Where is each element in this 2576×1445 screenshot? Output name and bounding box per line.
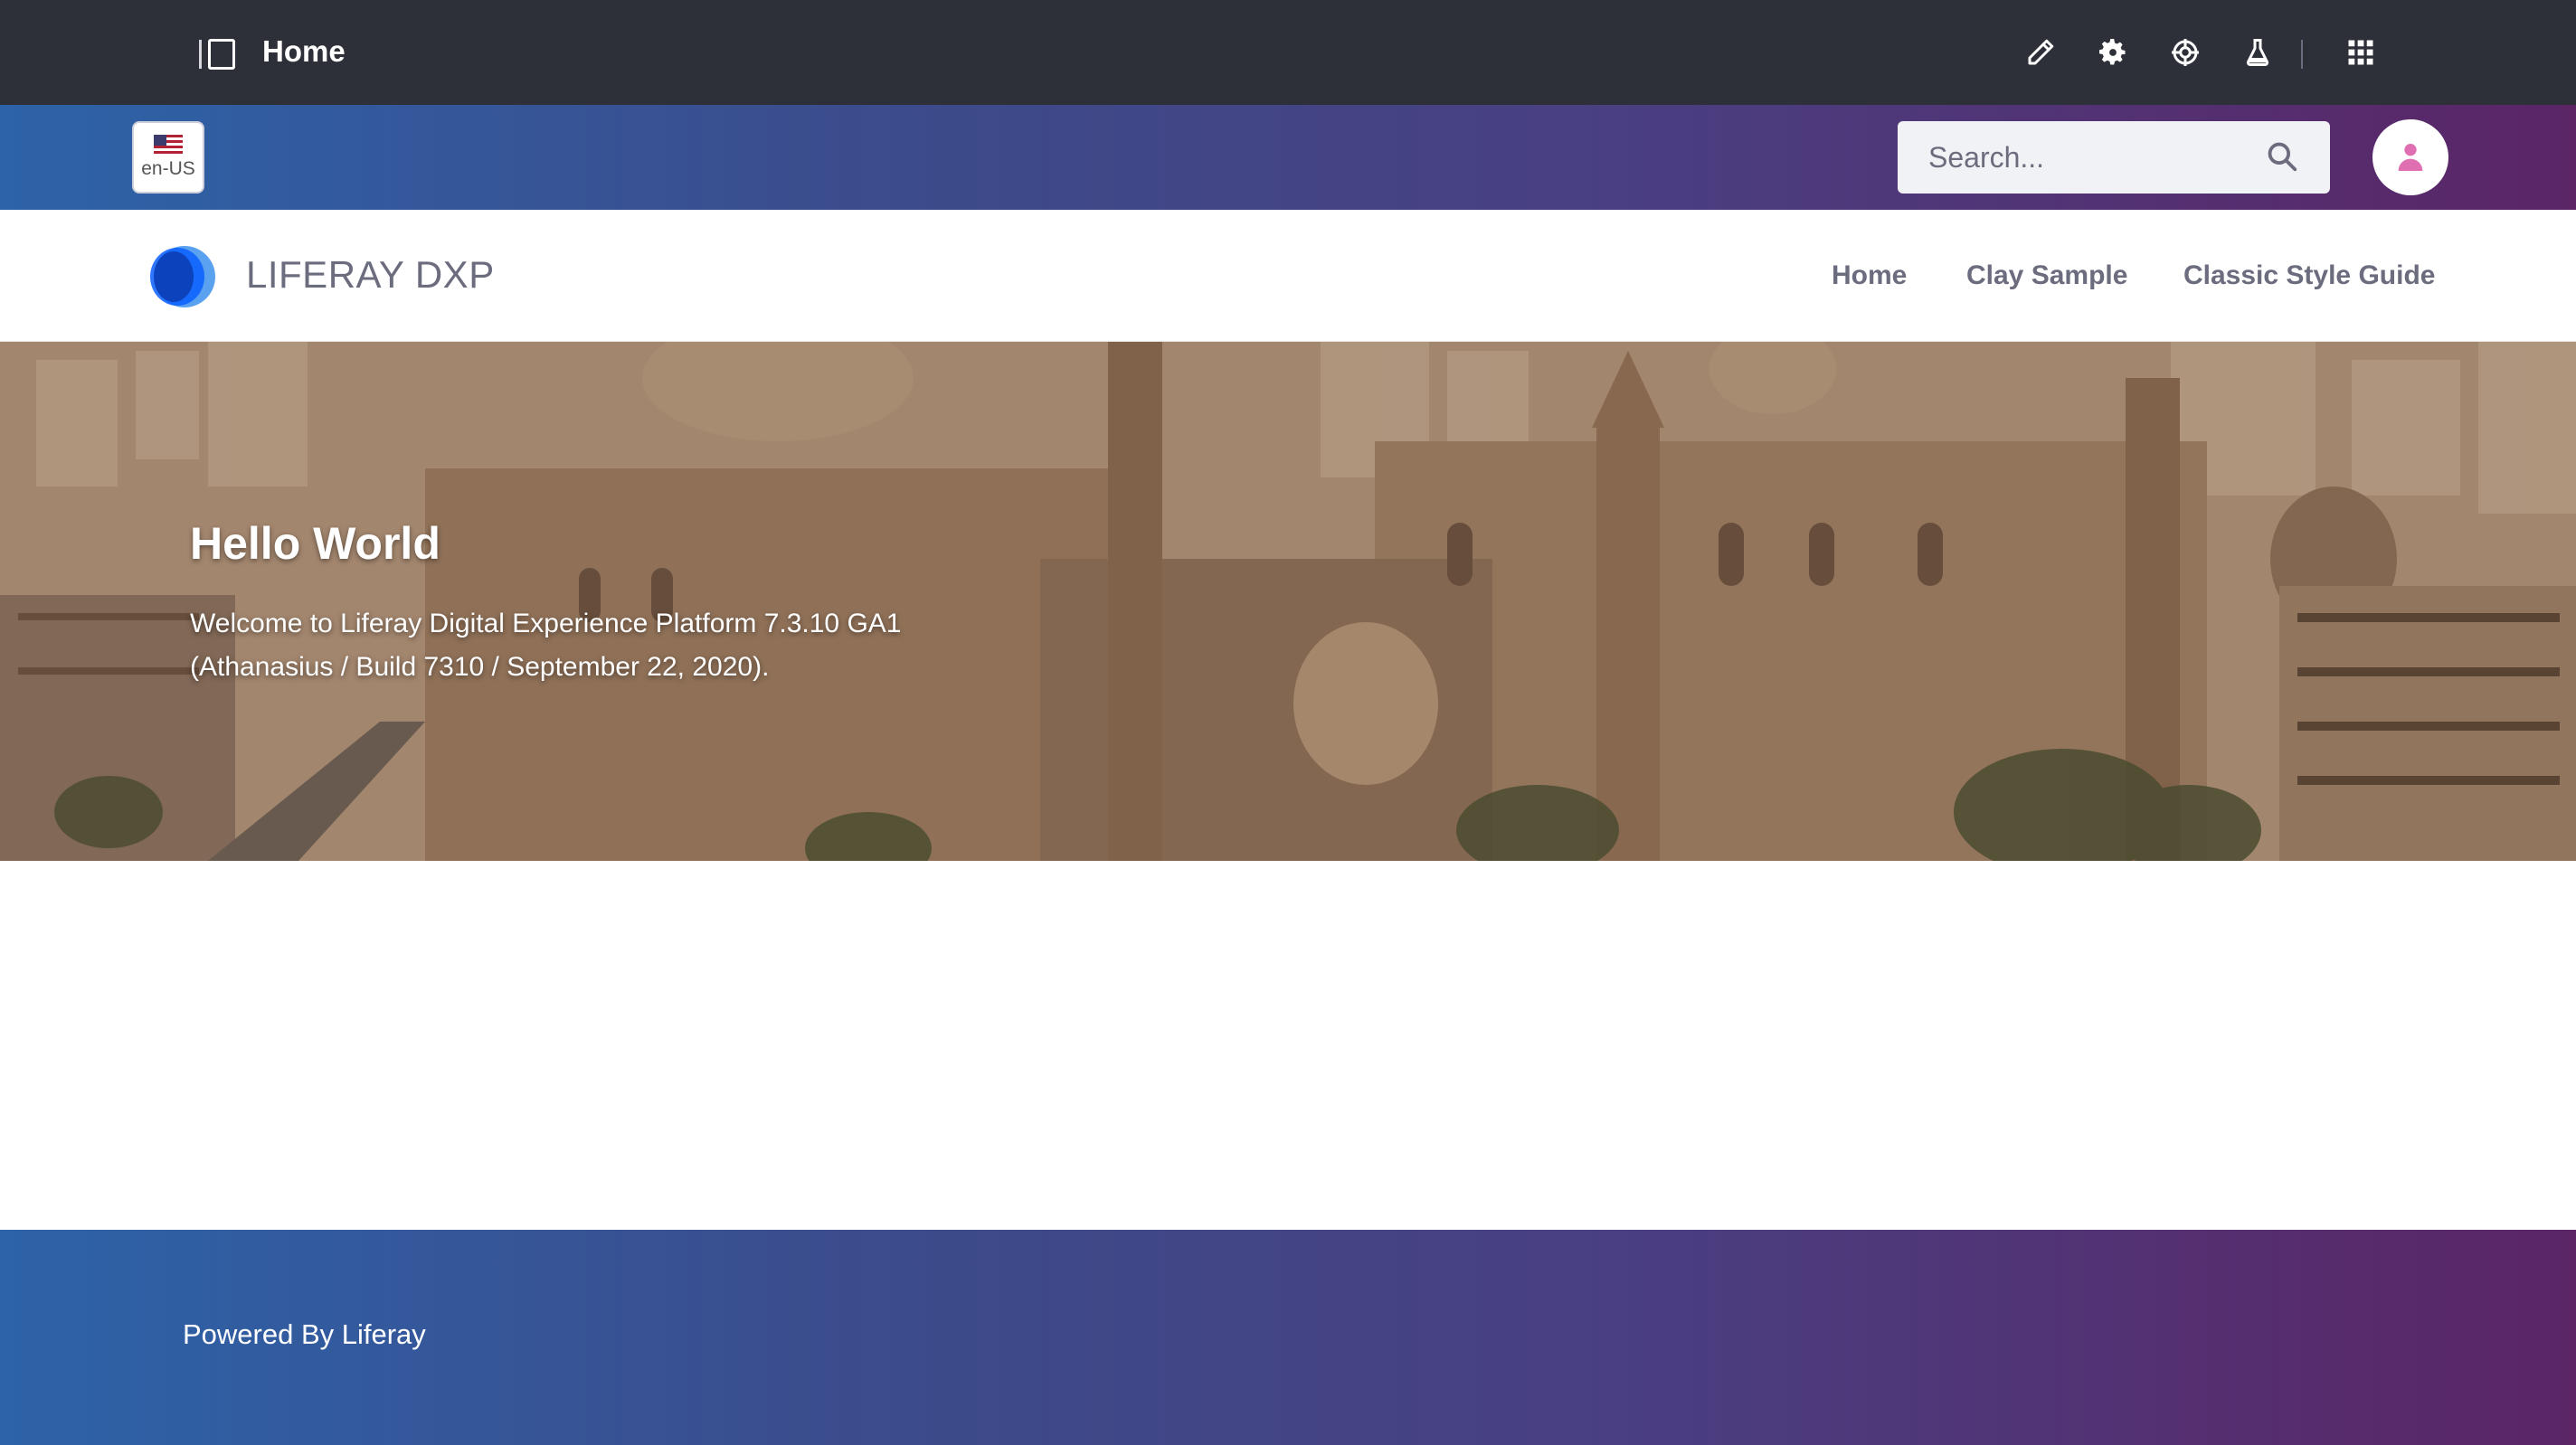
control-menu-title: Home xyxy=(262,34,346,68)
nav-item-clay-sample[interactable]: Clay Sample xyxy=(1966,260,2127,291)
control-menu-divider xyxy=(2301,40,2303,69)
language-label: en-US xyxy=(141,158,195,179)
site-name[interactable]: LIFERAY DXP xyxy=(246,253,495,297)
pencil-icon[interactable] xyxy=(2022,34,2059,71)
site-navbar: LIFERAY DXP Home Clay Sample Classic Sty… xyxy=(0,210,2576,342)
hero-background-image xyxy=(0,342,2576,861)
control-menu: Home xyxy=(0,0,2576,105)
hero-description: Welcome to Liferay Digital Experience Pl… xyxy=(190,609,902,682)
site-footer: Powered By Liferay xyxy=(0,1230,2576,1445)
gear-icon[interactable] xyxy=(2095,34,2131,71)
flask-icon[interactable] xyxy=(2240,34,2276,71)
nav-item-classic-style-guide[interactable]: Classic Style Guide xyxy=(2183,260,2435,291)
product-menu-toggle[interactable] xyxy=(199,38,239,71)
sidebar-bar xyxy=(199,40,202,69)
hero-title: Hello World xyxy=(190,518,440,569)
target-icon[interactable] xyxy=(2167,34,2203,71)
us-flag-icon xyxy=(154,135,183,155)
sidebar-toggle-icon xyxy=(208,39,235,70)
language-selector[interactable]: en-US xyxy=(132,121,204,194)
liferay-logo-icon[interactable] xyxy=(145,242,217,311)
search-box xyxy=(1898,121,2330,194)
search-icon[interactable] xyxy=(2265,139,2299,174)
user-avatar-button[interactable] xyxy=(2372,119,2448,195)
hero-banner: Hello World Welcome to Liferay Digital E… xyxy=(0,342,2576,861)
powered-by-text: Powered By Liferay xyxy=(183,1318,426,1350)
user-icon xyxy=(2398,144,2423,171)
site-header: en-US xyxy=(0,105,2576,210)
nav-item-home[interactable]: Home xyxy=(1832,260,1907,291)
search-input[interactable] xyxy=(1928,140,2254,175)
apps-grid-icon[interactable] xyxy=(2343,34,2379,71)
